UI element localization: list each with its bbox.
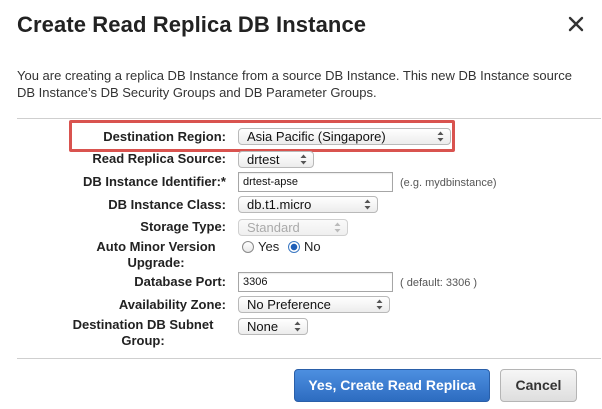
destination-db-subnet-group-select[interactable]: None [238, 318, 308, 335]
auto-minor-upgrade-no-radio[interactable] [288, 241, 300, 253]
divider [17, 358, 601, 359]
availability-zone-label: Availability Zone: [118, 297, 226, 312]
db-instance-class-select[interactable]: db.t1.micro [238, 196, 378, 213]
updown-arrows-icon [376, 298, 383, 311]
updown-arrows-icon [300, 153, 307, 166]
destination-db-subnet-group-value: None [247, 319, 279, 334]
db-instance-identifier-hint: (e.g. mydbinstance) [400, 177, 497, 189]
auto-minor-version-upgrade-label: Auto Minor Version Upgrade: [86, 239, 226, 271]
subnet-group-label-line2: Group: [121, 333, 165, 348]
dialog-title: Create Read Replica DB Instance [17, 12, 367, 37]
availability-zone-select[interactable]: No Preference [238, 296, 390, 313]
storage-type-select[interactable]: Standard [238, 219, 348, 236]
updown-arrows-icon [334, 221, 341, 234]
auto-minor-upgrade-yes-radio[interactable] [242, 241, 254, 253]
dialog-description: You are creating a replica DB Instance f… [17, 68, 572, 100]
divider [17, 118, 601, 119]
destination-region-label: Destination Region: [103, 129, 226, 144]
subnet-group-label-line1: Destination DB Subnet [72, 317, 214, 332]
auto-minor-version-label-line2: Upgrade: [127, 255, 185, 270]
create-read-replica-dialog: Create Read Replica DB Instance You are … [0, 0, 602, 409]
db-instance-class-value: db.t1.micro [247, 197, 312, 212]
database-port-hint: ( default: 3306 ) [400, 277, 478, 289]
cancel-button[interactable]: Cancel [500, 369, 577, 402]
database-port-label: Database Port: [134, 274, 226, 289]
create-read-replica-button[interactable]: Yes, Create Read Replica [294, 369, 490, 402]
read-replica-source-value: drtest [247, 152, 280, 167]
auto-minor-upgrade-no-label[interactable]: No [304, 239, 321, 254]
updown-arrows-icon [364, 198, 371, 211]
read-replica-source-select[interactable]: drtest [238, 151, 314, 168]
updown-arrows-icon [294, 320, 301, 333]
destination-region-select[interactable]: Asia Pacific (Singapore) [238, 128, 451, 145]
close-icon[interactable] [565, 13, 587, 35]
availability-zone-value: No Preference [247, 297, 331, 312]
storage-type-value: Standard [247, 220, 300, 235]
db-instance-identifier-label: DB Instance Identifier:* [82, 174, 226, 189]
updown-arrows-icon [437, 130, 444, 143]
auto-minor-version-label-line1: Auto Minor Version [96, 239, 216, 254]
read-replica-source-label: Read Replica Source: [92, 151, 226, 166]
destination-region-value: Asia Pacific (Singapore) [247, 129, 386, 144]
storage-type-label: Storage Type: [140, 219, 226, 234]
destination-db-subnet-group-label: Destination DB Subnet Group: [58, 317, 228, 349]
db-instance-identifier-input[interactable]: drtest-apse [238, 172, 393, 192]
db-instance-class-label: DB Instance Class: [108, 197, 226, 212]
database-port-input[interactable]: 3306 [238, 272, 393, 292]
auto-minor-upgrade-yes-label[interactable]: Yes [258, 239, 279, 254]
